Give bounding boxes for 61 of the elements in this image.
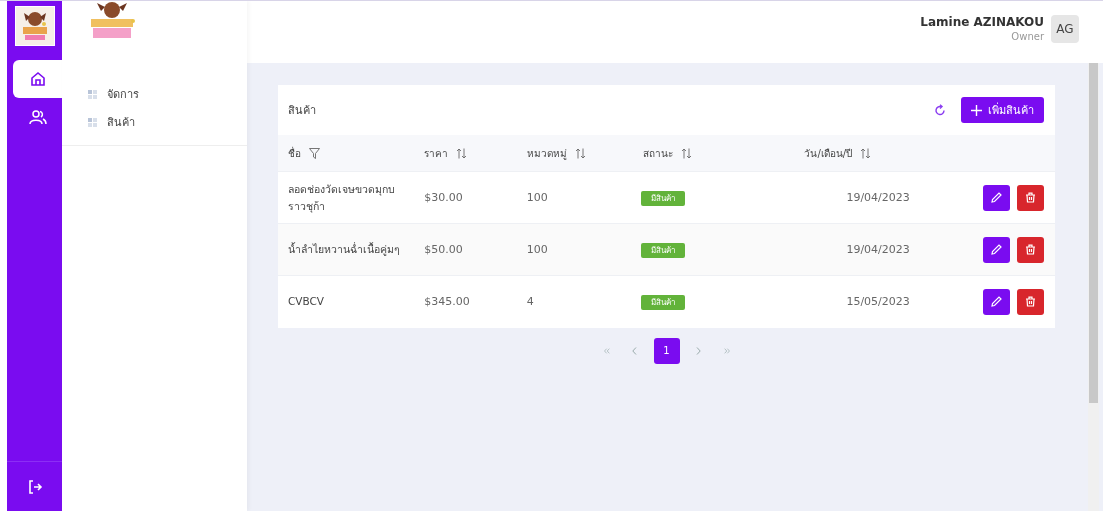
logout-icon — [26, 478, 43, 495]
sort-icon[interactable] — [860, 147, 872, 159]
date-cell: 19/04/2023 — [846, 191, 910, 204]
user-name: Lamine AZINAKOU — [920, 15, 1044, 29]
status-badge: มีสินค้า — [640, 190, 685, 206]
date-cell: 19/04/2023 — [846, 243, 910, 256]
column-header: ราคา — [424, 146, 449, 161]
product-name: ลอดช่องวัดเจษขวดมุกบราวชุก้า — [288, 181, 396, 215]
add-product-button[interactable]: เพิ่มสินค้า — [961, 97, 1044, 123]
status-badge: มีสินค้า — [640, 242, 685, 258]
edit-button[interactable] — [983, 236, 1010, 263]
price-cell: $30.00 — [424, 191, 463, 204]
menu-item[interactable]: สินค้า — [88, 113, 247, 131]
trash-icon — [1025, 192, 1036, 203]
category-cell: 4 — [526, 295, 534, 309]
scrollbar[interactable] — [1088, 63, 1099, 511]
pencil-icon — [991, 192, 1002, 203]
grid-icon — [88, 89, 97, 99]
users-icon — [28, 109, 47, 125]
column-header: วัน/เดือน/ปี — [804, 146, 853, 161]
product-name: CVBCV — [288, 294, 326, 310]
edit-button[interactable] — [983, 288, 1010, 315]
chevron-right-icon — [696, 346, 701, 355]
home-tab[interactable] — [13, 60, 62, 98]
filter-icon[interactable] — [309, 147, 320, 159]
column-header: ชื่อ — [288, 145, 301, 161]
sort-icon[interactable] — [574, 147, 586, 159]
home-icon — [29, 71, 46, 87]
page-button[interactable]: 1 — [653, 337, 680, 364]
plus-icon — [971, 104, 982, 116]
delete-button[interactable] — [1017, 184, 1044, 211]
table-row[interactable]: ลอดช่องวัดเจษขวดมุกบราวชุก้า $30.00 100 มีสินค้า 19/04/2023 — [278, 171, 1055, 224]
chevron-left-icon — [632, 346, 637, 355]
card-title: สินค้า — [288, 103, 316, 119]
category-cell: 100 — [526, 191, 548, 204]
delete-button[interactable] — [1017, 288, 1044, 315]
grid-icon — [88, 117, 97, 127]
trash-icon — [1025, 244, 1036, 255]
date-cell: 15/05/2023 — [846, 295, 910, 309]
trash-icon — [1025, 296, 1036, 308]
double-chevron-left-icon — [603, 346, 610, 355]
user-role: Owner — [1011, 31, 1044, 42]
pencil-icon — [991, 244, 1002, 255]
table-row[interactable]: CVBCV $345.00 4 มีสินค้า 15/05/2023 — [278, 275, 1055, 328]
pencil-icon — [991, 296, 1002, 308]
column-header: หมวดหมู่ — [526, 146, 567, 161]
sort-icon[interactable] — [680, 147, 692, 159]
column-header: สถานะ — [642, 146, 673, 161]
user-avatar[interactable]: AG — [1051, 15, 1079, 43]
delete-button[interactable] — [1017, 236, 1044, 263]
sort-icon[interactable] — [456, 147, 468, 159]
price-cell: $50.00 — [424, 243, 463, 256]
table-row[interactable]: น้ำลำไยหวานฉ่ำเนื้อคู่มๆ $50.00 100 มีสินค้า 19/04/2023 — [278, 223, 1055, 276]
status-badge: มีสินค้า — [640, 294, 685, 310]
double-chevron-right-icon — [723, 346, 730, 355]
edit-button[interactable] — [983, 184, 1010, 211]
refresh-icon[interactable] — [935, 104, 946, 116]
menu-item[interactable]: จัดการ — [88, 85, 247, 103]
category-cell: 100 — [526, 243, 548, 256]
product-name: น้ำลำไยหวานฉ่ำเนื้อคู่มๆ — [288, 241, 401, 258]
price-cell: $345.00 — [424, 295, 470, 309]
